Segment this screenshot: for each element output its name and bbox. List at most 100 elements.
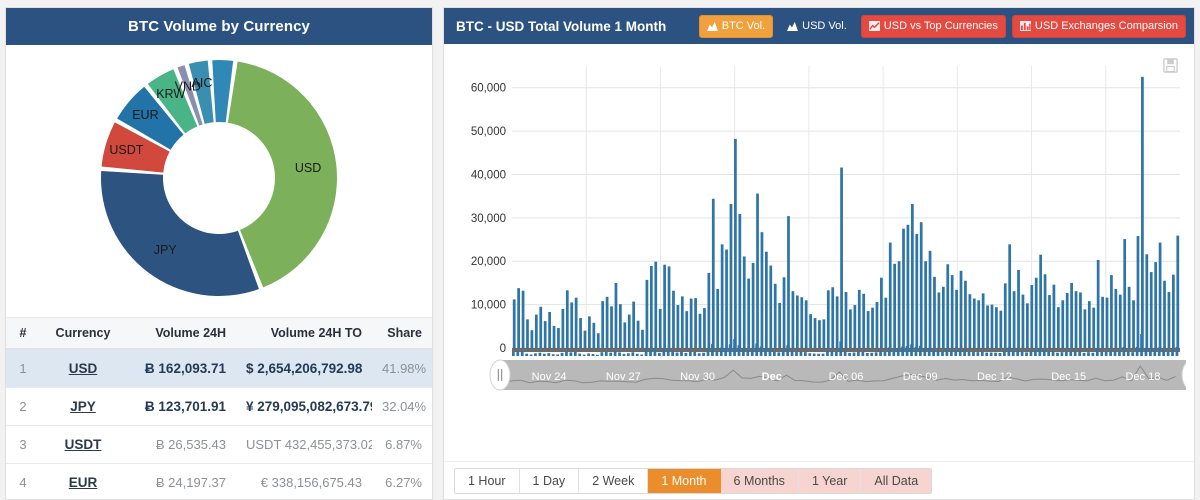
chart-bar[interactable] xyxy=(888,242,892,348)
chart-bar[interactable] xyxy=(778,302,782,348)
chart-bar[interactable] xyxy=(734,138,737,348)
chart-bar[interactable] xyxy=(1171,274,1175,348)
chart-view-button-btc-vol[interactable]: BTC Vol. xyxy=(698,14,774,38)
table-row[interactable]: 4 EUR Ƀ 24,197.37 € 338,156,675.43 6.27% xyxy=(6,463,432,500)
chart-bar[interactable] xyxy=(950,275,954,348)
chart-bar[interactable] xyxy=(1070,282,1073,348)
chart-bar[interactable] xyxy=(561,308,565,348)
chart-bar[interactable] xyxy=(627,314,631,348)
chart-bar[interactable] xyxy=(849,309,852,348)
chart-bar[interactable] xyxy=(791,291,795,348)
chart-bar[interactable] xyxy=(698,313,702,348)
chart-bar[interactable] xyxy=(1065,292,1069,348)
chart-bar[interactable] xyxy=(853,305,857,348)
chart-bar[interactable] xyxy=(1003,283,1007,348)
chart-bar[interactable] xyxy=(1017,269,1020,348)
chart-bar[interactable] xyxy=(663,264,666,348)
chart-bar[interactable] xyxy=(822,319,826,348)
chart-bar[interactable] xyxy=(557,328,560,348)
cell-currency[interactable]: USDT xyxy=(40,425,126,464)
range-button-6-months[interactable]: 6 Months xyxy=(720,468,799,493)
chart-bar[interactable] xyxy=(610,306,613,348)
chart-bar[interactable] xyxy=(1158,242,1162,348)
chart-bar[interactable] xyxy=(773,283,777,348)
chart-bar[interactable] xyxy=(645,279,649,348)
chart-bar[interactable] xyxy=(725,249,728,348)
chart-bar[interactable] xyxy=(1056,307,1060,348)
chart-bar[interactable] xyxy=(813,318,817,348)
chart-bar[interactable] xyxy=(707,272,711,348)
chart-bar[interactable] xyxy=(831,287,835,348)
chart-bar[interactable] xyxy=(1127,286,1131,348)
chart-bar[interactable] xyxy=(1087,301,1091,348)
chart-bar[interactable] xyxy=(880,277,883,348)
chart-bar[interactable] xyxy=(1110,275,1113,348)
chart-bar[interactable] xyxy=(530,330,534,348)
chart-bar[interactable] xyxy=(543,321,547,348)
chart-bar[interactable] xyxy=(897,261,901,348)
cell-currency[interactable]: JPY xyxy=(40,387,126,426)
chart-bar[interactable] xyxy=(619,304,622,348)
chart-bar[interactable] xyxy=(676,305,680,348)
table-row[interactable]: 2 JPY Ƀ 123,701.91 ¥ 279,095,082,673.79 32.0… xyxy=(6,387,432,426)
chart-bar[interactable] xyxy=(534,314,538,348)
table-row[interactable]: 3 USDT Ƀ 26,535.43 USDT 432,455,373.02 6.87% xyxy=(6,425,432,464)
chart-bar[interactable] xyxy=(703,308,706,348)
chart-bar[interactable] xyxy=(716,289,720,348)
chart-bar[interactable] xyxy=(636,320,640,348)
chart-bar[interactable] xyxy=(548,311,551,348)
chart-bar[interactable] xyxy=(751,262,755,348)
chart-bar[interactable] xyxy=(747,278,751,348)
chart-bar[interactable] xyxy=(866,311,870,348)
chart-bar[interactable] xyxy=(742,256,746,348)
chart-bar[interactable] xyxy=(649,266,653,348)
chart-bar[interactable] xyxy=(1034,277,1038,348)
donut-slice-JPY[interactable] xyxy=(100,171,259,296)
range-button-1-hour[interactable]: 1 Hour xyxy=(455,468,520,493)
chart-bar[interactable] xyxy=(517,288,520,348)
chart-bar[interactable] xyxy=(601,301,605,348)
chart-bar[interactable] xyxy=(1123,239,1127,348)
chart-bar[interactable] xyxy=(946,264,950,348)
chart-bar[interactable] xyxy=(840,167,843,348)
chart-bar[interactable] xyxy=(862,293,866,348)
chart-bar[interactable] xyxy=(955,289,958,348)
chart-bar[interactable] xyxy=(910,203,914,348)
chart-bar[interactable] xyxy=(959,270,963,348)
chart-bar[interactable] xyxy=(968,294,972,348)
chart-bar[interactable] xyxy=(972,298,976,348)
chart-bar[interactable] xyxy=(928,250,932,348)
chart-bar[interactable] xyxy=(1048,295,1051,348)
chart-bar[interactable] xyxy=(981,293,985,348)
save-icon[interactable] xyxy=(1163,58,1178,78)
chart-bar[interactable] xyxy=(654,261,658,348)
cell-currency[interactable]: USD xyxy=(40,349,126,388)
chart-bar[interactable] xyxy=(570,302,574,348)
chart-bar[interactable] xyxy=(893,263,897,348)
chart-bar[interactable] xyxy=(1043,274,1047,348)
currency-link[interactable]: USDT xyxy=(65,437,102,452)
chart-bar[interactable] xyxy=(552,325,556,348)
chart-bar[interactable] xyxy=(574,297,578,348)
chart-bar[interactable] xyxy=(596,333,600,348)
range-button-2-week[interactable]: 2 Week xyxy=(579,468,649,493)
chart-bar[interactable] xyxy=(986,305,989,348)
chart-bar[interactable] xyxy=(623,322,627,348)
chart-bar[interactable] xyxy=(990,304,994,348)
chart-bar[interactable] xyxy=(1021,294,1025,348)
chart-bar[interactable] xyxy=(1167,292,1171,348)
chart-bar[interactable] xyxy=(769,265,773,348)
chart-bar[interactable] xyxy=(1039,254,1043,348)
chart-bar[interactable] xyxy=(999,310,1003,348)
chart-bar[interactable] xyxy=(1136,236,1140,348)
chart-bar[interactable] xyxy=(1149,272,1153,348)
chart-bar[interactable] xyxy=(857,289,861,348)
chart-bar[interactable] xyxy=(818,320,821,348)
chart-bar[interactable] xyxy=(1176,235,1180,348)
chart-bar[interactable] xyxy=(809,314,812,348)
chart-bar[interactable] xyxy=(977,300,981,348)
chart-bar[interactable] xyxy=(1114,289,1118,348)
chart-bar[interactable] xyxy=(871,307,874,348)
chart-view-button-usd-vs-top-currencies[interactable]: USD vs Top Currencies xyxy=(860,14,1006,38)
chart-bar[interactable] xyxy=(835,296,839,348)
